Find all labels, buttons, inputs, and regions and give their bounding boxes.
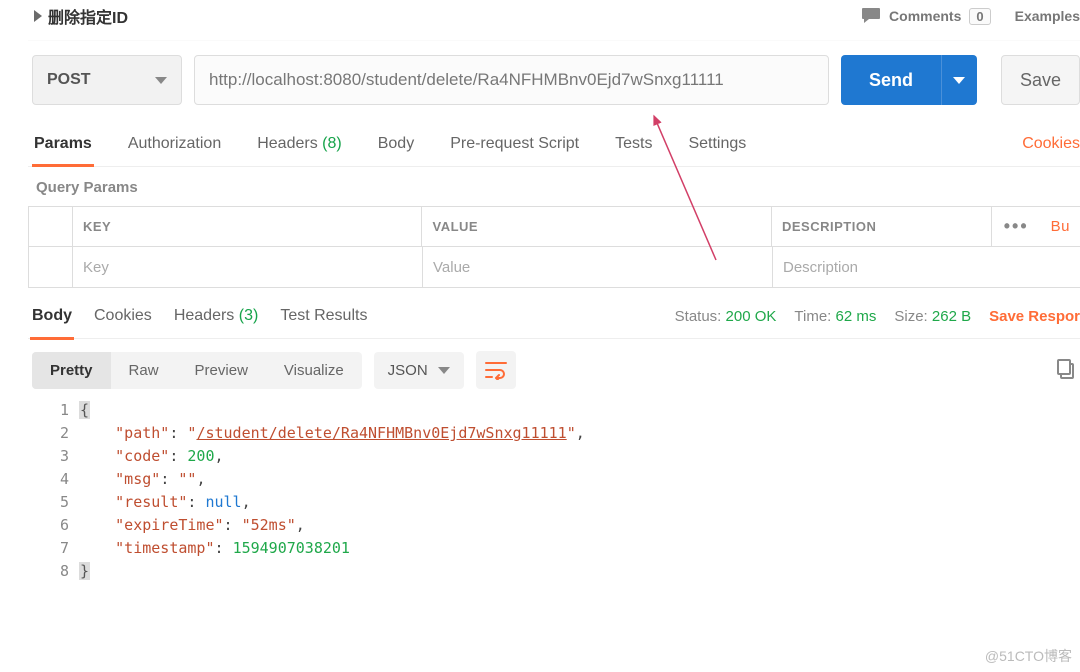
more-options-icon[interactable]: ••• [991, 207, 1041, 246]
save-button[interactable]: Save [1001, 55, 1080, 105]
comments-button[interactable]: Comments 0 [861, 7, 991, 25]
tab-authorization[interactable]: Authorization [128, 121, 221, 166]
url-input[interactable] [194, 55, 829, 105]
copy-icon[interactable] [1056, 359, 1080, 382]
comments-label: Comments [889, 8, 961, 24]
resp-tab-cookies[interactable]: Cookies [94, 300, 152, 332]
chevron-down-icon [438, 367, 450, 374]
code-content[interactable]: { "path": "/student/delete/Ra4NFHMBnv0Ej… [79, 399, 585, 583]
line-gutter: 1 2 3 4 5 6 7 8 [28, 399, 79, 583]
col-header-description: DESCRIPTION [771, 207, 991, 246]
tab-headers[interactable]: Headers (8) [257, 121, 342, 166]
tab-prerequest[interactable]: Pre-request Script [450, 121, 579, 166]
cookies-link[interactable]: Cookies [1022, 135, 1080, 153]
param-description-input[interactable] [773, 247, 1080, 287]
col-header-value: VALUE [421, 207, 771, 246]
raw-button[interactable]: Raw [111, 352, 177, 389]
size-label: Size: [894, 308, 927, 325]
resp-tab-testresults[interactable]: Test Results [280, 300, 367, 332]
col-header-key: KEY [72, 207, 422, 246]
chevron-down-icon [155, 77, 167, 84]
tab-settings[interactable]: Settings [688, 121, 746, 166]
response-body: 1 2 3 4 5 6 7 8 { "path": "/student/dele… [28, 399, 1080, 623]
examples-button[interactable]: Examples [1015, 8, 1080, 24]
format-value: JSON [388, 362, 428, 379]
save-response-button[interactable]: Save Respor [989, 308, 1080, 325]
param-key-input[interactable] [73, 247, 422, 287]
view-mode-group: Pretty Raw Preview Visualize [32, 352, 362, 389]
send-button[interactable]: Send [841, 55, 941, 105]
headers-count: (8) [322, 135, 342, 153]
query-params-label: Query Params [28, 167, 1080, 206]
preview-button[interactable]: Preview [177, 352, 266, 389]
resp-tab-body[interactable]: Body [32, 300, 72, 332]
resp-tab-headers[interactable]: Headers (3) [174, 300, 259, 332]
param-value-input[interactable] [423, 247, 772, 287]
query-params-table: KEY VALUE DESCRIPTION ••• Bu [28, 206, 1080, 288]
pretty-button[interactable]: Pretty [32, 352, 111, 389]
expand-icon[interactable] [34, 10, 42, 22]
format-select[interactable]: JSON [374, 352, 464, 389]
method-select[interactable]: POST [32, 55, 182, 105]
status-label: Status: [675, 308, 722, 325]
tab-body[interactable]: Body [378, 121, 414, 166]
size-value: 262 B [932, 308, 971, 325]
comments-count: 0 [969, 8, 990, 25]
time-label: Time: [794, 308, 831, 325]
watermark: @51CTO博客 [985, 646, 1072, 666]
method-value: POST [47, 71, 91, 89]
visualize-button[interactable]: Visualize [266, 352, 362, 389]
status-value: 200 OK [726, 308, 777, 325]
tab-tests[interactable]: Tests [615, 121, 652, 166]
wrap-lines-button[interactable] [476, 351, 516, 389]
resp-headers-count: (3) [239, 307, 259, 325]
request-title: 删除指定ID [48, 4, 128, 28]
tab-params[interactable]: Params [34, 121, 92, 166]
send-dropdown-button[interactable] [941, 55, 977, 105]
bulk-edit-link[interactable]: Bu [1041, 207, 1080, 246]
comment-icon [861, 7, 881, 25]
time-value: 62 ms [836, 308, 877, 325]
chevron-down-icon [953, 77, 965, 84]
tab-headers-label: Headers [257, 135, 317, 153]
